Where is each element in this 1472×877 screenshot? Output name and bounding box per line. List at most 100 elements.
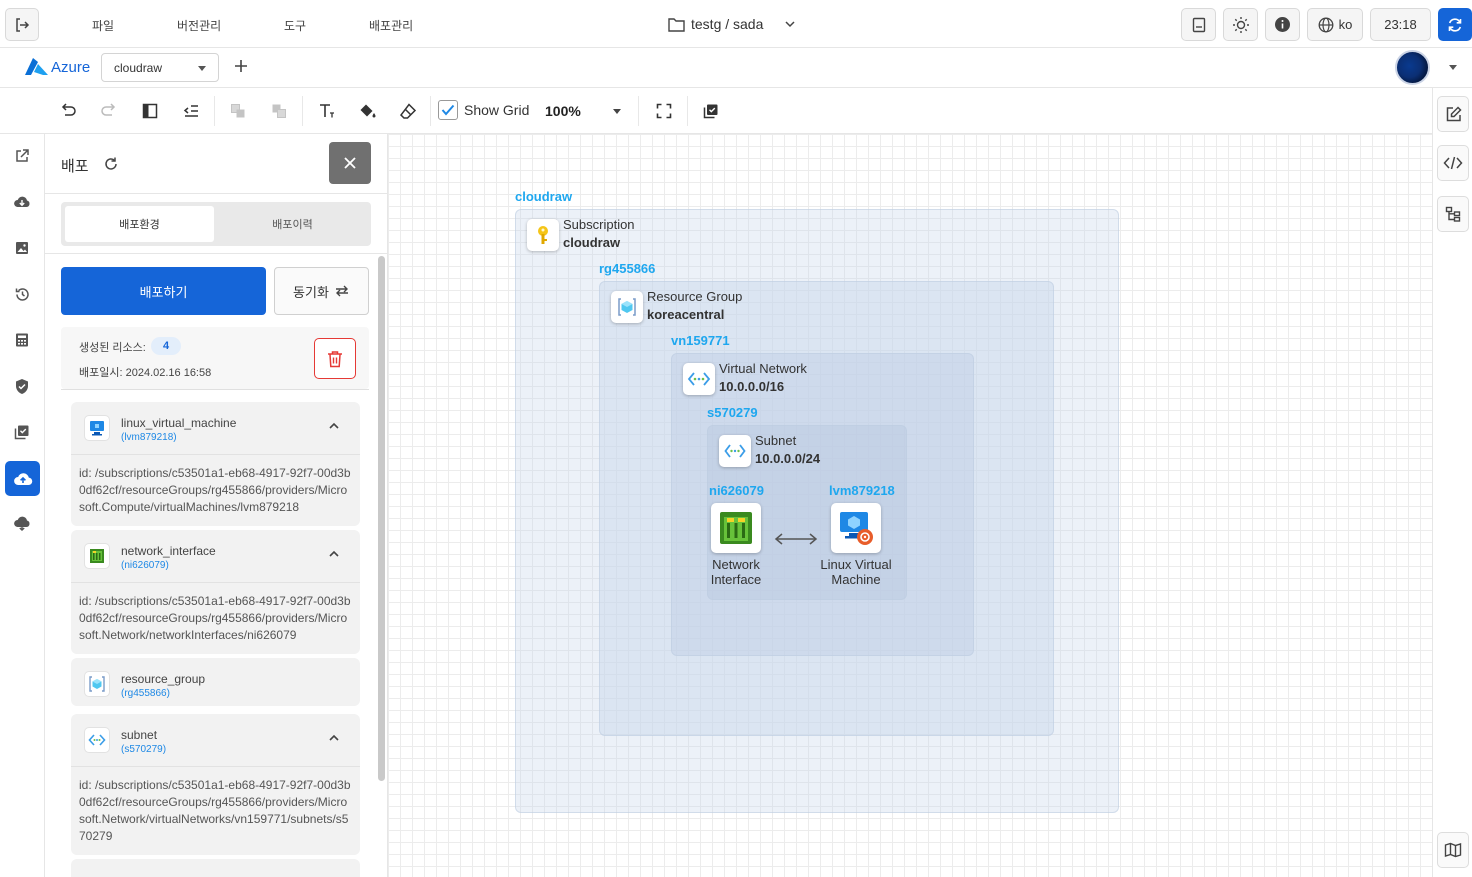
calculator-icon[interactable] [11, 329, 33, 351]
network-interface-node[interactable] [711, 503, 761, 553]
provider-name: Azure [51, 58, 91, 76]
checkmark-icon [441, 104, 455, 116]
vnet-text: Virtual Network 10.0.0.0/16 [719, 360, 807, 396]
time-label: 23:18 [1384, 17, 1417, 32]
plus-icon [235, 60, 247, 72]
send-back-icon[interactable] [268, 100, 290, 122]
resource-group-icon [85, 672, 109, 696]
deploy-button[interactable]: 배포하기 [61, 267, 266, 315]
paint-bucket-icon[interactable] [357, 100, 379, 122]
tab-deploy-env-label: 배포환경 [119, 219, 160, 231]
close-icon [344, 157, 356, 169]
text-format-icon[interactable] [316, 100, 338, 122]
subscription-group[interactable]: Subscription cloudraw rg455866 Resource … [515, 209, 1119, 813]
tree-icon [1445, 206, 1461, 222]
resource-card-header[interactable]: linux_virtual_machine (lvm879218) [71, 402, 360, 454]
vm-caption: Linux Virtual Machine [806, 557, 906, 587]
duplicate-check-icon[interactable] [700, 100, 722, 122]
vm-caption-line2: Machine [831, 572, 881, 587]
resource-name: subnet [121, 728, 158, 742]
notes-button[interactable] [1181, 8, 1216, 41]
fullscreen-icon[interactable] [653, 100, 675, 122]
linux-vm-icon [840, 512, 873, 545]
tab-deploy-env[interactable]: 배포환경 [65, 206, 214, 242]
panel-scrollbar[interactable] [378, 256, 385, 781]
vm-label: lvm879218 [829, 483, 895, 498]
caret-down-icon [198, 66, 206, 71]
sidebar-toggle-icon[interactable] [139, 100, 161, 122]
resource-card: network_interface (ni626079) id: /subscr… [71, 530, 360, 654]
reload-icon[interactable] [103, 156, 119, 172]
edit-external-button[interactable] [1437, 96, 1469, 132]
project-selector[interactable]: testg / sada [668, 14, 797, 34]
checklist-icon[interactable] [11, 421, 33, 443]
linux-vm-node[interactable] [831, 503, 881, 553]
edit-document-icon [1446, 105, 1462, 121]
tree-view-button[interactable] [1437, 196, 1469, 232]
history-icon[interactable] [11, 283, 33, 305]
rg-text: Resource Group koreacentral [647, 288, 742, 324]
sync-button-label: 동기화 [293, 284, 329, 300]
resource-name: resource_group [121, 672, 206, 686]
chevron-up-icon[interactable] [328, 548, 340, 560]
theme-button[interactable] [1223, 8, 1258, 41]
security-shield-icon[interactable] [11, 375, 33, 397]
resource-card: linux_virtual_machine (lvm879218) id: /s… [71, 402, 360, 526]
resource-card: subnet (s570279) id: /subscriptions/c535… [71, 714, 360, 855]
add-environment-button[interactable] [233, 58, 251, 76]
refresh-button[interactable] [1438, 8, 1472, 41]
project-path: testg / sada [691, 16, 764, 32]
cloud-download-icon[interactable] [11, 191, 33, 213]
diagram-canvas[interactable]: cloudraw Subscription cloudraw rg455866 … [388, 134, 1432, 877]
export-icon[interactable] [11, 145, 33, 167]
deploy-button-label: 배포하기 [139, 284, 188, 300]
info-button[interactable] [1265, 8, 1300, 41]
subnet-type: Subnet [755, 433, 797, 448]
grid-checkbox[interactable] [438, 100, 458, 120]
chevron-down-icon [785, 21, 795, 28]
outdent-icon[interactable] [180, 100, 202, 122]
menu-deploy[interactable]: 배포관리 [369, 17, 413, 34]
avatar[interactable] [1395, 50, 1430, 85]
menu-version[interactable]: 버전관리 [177, 17, 221, 34]
deployed-at: 배포일시: 2024.02.16 16:58 [79, 367, 212, 379]
exit-icon [16, 17, 30, 32]
right-rail [1432, 88, 1472, 877]
language-button[interactable]: ko [1307, 8, 1363, 41]
code-view-button[interactable] [1437, 145, 1469, 181]
undo-icon[interactable] [57, 100, 79, 122]
minimap-button[interactable] [1437, 832, 1469, 868]
close-panel-button[interactable] [329, 142, 371, 184]
cloud-sync-icon[interactable] [11, 512, 33, 534]
subnet-icon [719, 435, 751, 467]
zoom-select[interactable]: 100% [545, 100, 625, 122]
delete-button[interactable] [314, 338, 356, 379]
deploy-rail-button[interactable] [5, 461, 40, 496]
menu-file[interactable]: 파일 [92, 17, 114, 34]
eraser-icon[interactable] [397, 100, 419, 122]
resource-detail: id: /subscriptions/c53501a1-eb68-4917-92… [71, 766, 360, 855]
chevron-up-icon[interactable] [328, 420, 340, 432]
redo-icon[interactable] [98, 100, 120, 122]
bring-front-icon[interactable] [227, 100, 249, 122]
environment-select[interactable]: cloudraw [101, 53, 219, 82]
resource-id: (s570279) [121, 744, 167, 755]
exit-button[interactable] [5, 8, 39, 41]
linux-vm-icon [85, 416, 109, 440]
resource-card-header[interactable]: resource_group (rg455866) [71, 658, 360, 706]
tab-deploy-history[interactable]: 배포이력 [218, 206, 367, 242]
caret-down-icon [613, 109, 621, 114]
top-menu-bar: 파일 버전관리 도구 배포관리 testg / sada ko 23:18 [0, 0, 1472, 48]
sync-button[interactable]: 동기화 [274, 267, 369, 315]
show-grid-label: Show Grid [464, 102, 530, 118]
resource-group[interactable]: Resource Group koreacentral vn159771 Vir… [599, 281, 1054, 736]
chevron-up-icon[interactable] [328, 732, 340, 744]
image-export-icon[interactable] [11, 237, 33, 259]
connection-arrow[interactable] [774, 532, 818, 546]
resource-card-header[interactable]: subnet (s570279) [71, 714, 360, 766]
menu-tools[interactable]: 도구 [284, 17, 306, 34]
resource-id: (lvm879218) [121, 432, 177, 443]
avatar-menu-icon[interactable] [1449, 65, 1457, 70]
resource-card-header[interactable]: network_interface (ni626079) [71, 530, 360, 582]
show-grid-toggle[interactable]: Show Grid [438, 100, 529, 120]
